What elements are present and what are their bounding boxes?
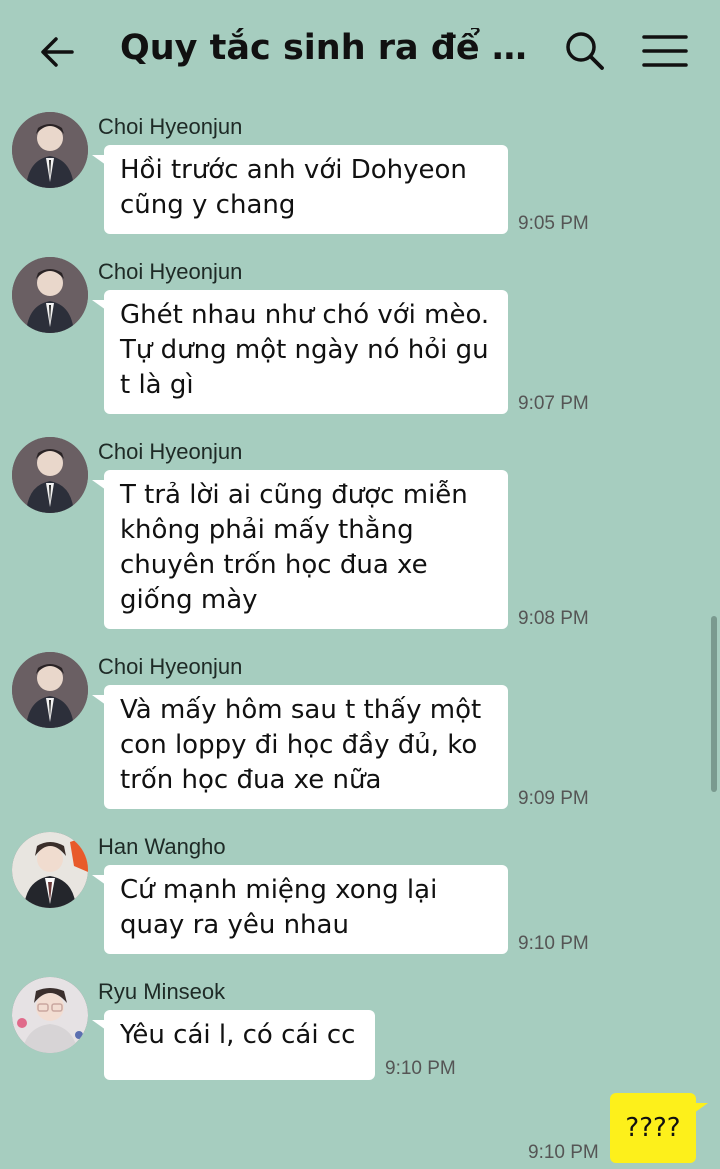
message-bubble[interactable]: Ghét nhau như chó với mèo. Tự dưng một n… xyxy=(92,290,508,414)
message-time: 9:09 PM xyxy=(518,788,589,809)
message-bubble[interactable]: Cứ mạnh miệng xong lại quay ra yêu nhau xyxy=(92,865,508,954)
message-bubble[interactable]: Hồi trước anh với Dohyeon cũng y chang xyxy=(92,145,508,234)
chat-title: Quy tắc sinh ra để duy t... xyxy=(120,28,540,68)
back-arrow-icon[interactable] xyxy=(36,30,80,74)
avatar[interactable] xyxy=(12,977,88,1053)
message-bubble[interactable]: Và mấy hôm sau t thấy một con loppy đi h… xyxy=(92,685,508,809)
my-message-bubble[interactable]: ???? xyxy=(610,1093,708,1163)
chat-message: Choi Hyeonjun Ghét nhau như chó với mèo.… xyxy=(0,257,720,417)
message-time: 9:10 PM xyxy=(518,933,589,954)
chat-message: Choi Hyeonjun Hồi trước anh với Dohyeon … xyxy=(0,112,720,242)
message-time: 9:05 PM xyxy=(518,213,589,234)
sender-name: Choi Hyeonjun xyxy=(98,654,243,679)
chat-message: Han Wangho Cứ mạnh miệng xong lại quay r… xyxy=(0,832,720,957)
message-time: 9:07 PM xyxy=(518,393,589,414)
search-icon[interactable] xyxy=(562,28,608,74)
sender-name: Ryu Minseok xyxy=(98,979,226,1004)
sender-name: Choi Hyeonjun xyxy=(98,439,243,464)
chat-message: Ryu Minseok Yêu cái l, có cái cc 9:10 PM xyxy=(0,977,720,1082)
sender-name: Han Wangho xyxy=(98,834,226,859)
chat-message: Choi Hyeonjun Và mấy hôm sau t thấy một … xyxy=(0,652,720,812)
message-time: 9:08 PM xyxy=(518,608,589,629)
chat-message: Choi Hyeonjun T trả lời ai cũng được miễ… xyxy=(0,437,720,632)
top-app-bar: Quy tắc sinh ra để duy t... xyxy=(0,0,720,100)
avatar[interactable] xyxy=(12,652,88,728)
avatar[interactable] xyxy=(12,437,88,513)
avatar[interactable] xyxy=(12,832,88,908)
menu-icon[interactable] xyxy=(640,30,690,72)
avatar[interactable] xyxy=(12,112,88,188)
sender-name: Choi Hyeonjun xyxy=(98,259,243,284)
avatar[interactable] xyxy=(12,257,88,333)
my-message-time: 9:10 PM xyxy=(528,1142,599,1163)
message-bubble[interactable]: T trả lời ai cũng được miễn không phải m… xyxy=(92,470,508,629)
message-bubble[interactable]: Yêu cái l, có cái cc xyxy=(92,1010,375,1080)
sender-name: Choi Hyeonjun xyxy=(98,114,243,139)
scrollbar[interactable] xyxy=(711,616,717,792)
message-time: 9:10 PM xyxy=(385,1058,456,1079)
